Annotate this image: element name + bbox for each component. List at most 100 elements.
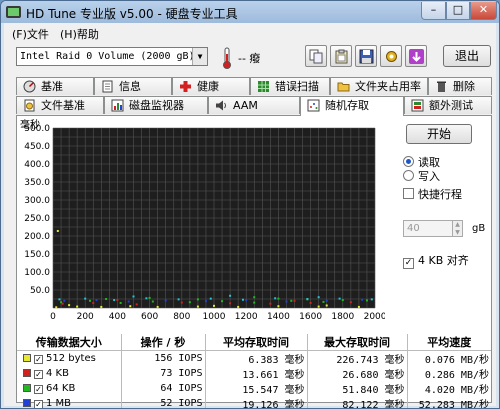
row-avg-speed-cell: 0.286 MB/秒: [424, 370, 489, 381]
x-tick-label: 400: [109, 312, 126, 322]
x-tick-label: 1600: [299, 312, 322, 322]
col-header-avg-speed: 平均速度: [407, 334, 491, 351]
row-size-cell: ✓ 512 bytes: [17, 350, 122, 366]
scatter-point: [60, 301, 63, 304]
benchmark-icon: [23, 80, 36, 93]
window-title: HD Tune 专业版 v5.00 - 硬盘专业工具: [26, 7, 238, 21]
drive-select[interactable]: Intel Raid 0 Volume (2000 gB) ▼: [16, 47, 208, 66]
scatter-point: [245, 299, 248, 302]
start-button[interactable]: 开始: [406, 124, 472, 144]
quick-stroke-unit: gB: [472, 223, 486, 234]
tab-folder-usage[interactable]: 文件夹占用率: [330, 77, 428, 95]
scatter-point: [277, 297, 280, 300]
table-row: ✓ 1 MB 52 IOPS 19.126 毫秒 82.122 毫秒 52.283 MB/…: [17, 396, 491, 409]
menu-bar: (F)文件 (H)帮助: [4, 23, 496, 41]
options-button[interactable]: [380, 45, 402, 67]
quick-stroke-spinner[interactable]: ▲ ▼: [453, 220, 463, 237]
scatter-point: [92, 301, 95, 304]
random-access-panel: 毫秒 500.0 450.0 400.0 350.0 300.0 250.0 200.0 15…: [16, 115, 492, 408]
scatter-point: [95, 299, 98, 302]
app-window: HD Tune 专业版 v5.00 - 硬盘专业工具 – □ ✕ (F)文件 (…: [0, 0, 500, 409]
copy-info-button[interactable]: [305, 45, 327, 67]
tab-disk-monitor[interactable]: 磁盘监视器: [104, 96, 208, 114]
scatter-point: [196, 298, 199, 301]
row-ops-cell: 64 IOPS: [121, 381, 206, 396]
scatter-point: [177, 298, 180, 301]
series-checkbox[interactable]: ✓: [34, 370, 43, 379]
scatter-point: [349, 301, 352, 304]
tabs-row-top: 基准 信息 健康 错误扫描 文件夹占用率 删除: [16, 77, 492, 95]
quick-stroke-checkbox[interactable]: 快捷行程: [403, 186, 462, 202]
scatter-point: [145, 297, 148, 300]
y-tick-label: 200.0: [24, 232, 50, 242]
drive-select-value: Intel Raid 0 Volume (2000 gB): [20, 51, 195, 62]
tab-info[interactable]: 信息: [94, 77, 172, 95]
scatter-point: [309, 301, 312, 304]
scatter-point: [68, 304, 71, 307]
floppy-disk-icon: [359, 49, 374, 64]
results-table: 传输数据大小 操作 / 秒 平均存取时间 最大存取时间 平均速度 ✓ 512 by…: [17, 334, 491, 409]
menu-help[interactable]: (H)帮助: [60, 26, 99, 42]
scatter-point: [306, 298, 309, 300]
scatter-point: [341, 299, 344, 302]
chevron-down-icon[interactable]: ▼: [192, 48, 207, 65]
tab-label: AAM: [233, 99, 258, 112]
align-4kb-checkbox[interactable]: ✓ 4 KB 对齐: [403, 252, 469, 269]
close-button[interactable]: ✕: [470, 2, 497, 20]
download-button[interactable]: [405, 45, 427, 67]
scatter-point: [116, 299, 119, 302]
x-tick-label: 1400: [267, 312, 290, 322]
tab-error-scan[interactable]: 错误扫描: [250, 77, 330, 95]
table-row: ✓ 4 KB 73 IOPS 13.661 毫秒 26.680 毫秒 0.286 MB/秒: [17, 366, 491, 381]
write-radio[interactable]: 写入: [403, 168, 440, 184]
hdtune-app-icon: [6, 6, 21, 18]
tab-erase[interactable]: 删除: [428, 77, 492, 95]
x-tick-label: 600: [141, 312, 158, 322]
folder-icon: [337, 82, 350, 92]
row-ops-cell: 52 IOPS: [121, 396, 206, 408]
speaker-icon: [216, 100, 226, 111]
scatter-point: [135, 303, 138, 306]
arrow-down-icon: [409, 49, 424, 64]
scatter-point: [209, 297, 212, 300]
tab-label: 额外测试: [429, 99, 473, 112]
row-avg-speed-cell: 52.283 MB/秒: [418, 400, 489, 409]
y-tick-label: 400.0: [24, 160, 50, 170]
scatter-point: [229, 302, 232, 305]
tab-health[interactable]: 健康: [172, 77, 250, 95]
series-checkbox[interactable]: ✓: [34, 400, 43, 408]
y-tick-label: 350.0: [24, 178, 50, 188]
tab-extra-tests[interactable]: 额外测试: [404, 96, 492, 114]
tab-file-benchmark[interactable]: 文件基准: [16, 96, 104, 114]
tab-aam[interactable]: AAM: [208, 96, 300, 114]
scatter-point: [188, 301, 191, 304]
x-tick-label: 200: [77, 312, 94, 322]
read-radio-dot: [403, 156, 414, 167]
copy-screenshot-button[interactable]: [330, 45, 352, 67]
row-size-label: 4 KB: [46, 368, 69, 379]
quick-stroke-input[interactable]: 40: [403, 220, 453, 237]
title-bar[interactable]: HD Tune 专业版 v5.00 - 硬盘专业工具 – □ ✕: [1, 1, 499, 23]
save-button[interactable]: [355, 45, 377, 67]
series-checkbox[interactable]: ✓: [34, 385, 43, 394]
scatter-point: [338, 297, 341, 300]
scatter-point: [277, 305, 280, 308]
scatter-point: [274, 297, 277, 300]
exit-button[interactable]: 退出: [443, 45, 491, 67]
scatter-point: [113, 299, 116, 302]
y-tick-label: 100.0: [24, 268, 50, 278]
scatter-point: [290, 299, 293, 302]
access-time-scatter-chart: 500.0 450.0 400.0 350.0 300.0 250.0 200.0 150.0…: [24, 124, 385, 322]
tab-benchmark[interactable]: 基准: [16, 77, 94, 95]
maximize-button[interactable]: □: [446, 2, 470, 20]
tab-random-access[interactable]: 随机存取: [300, 96, 404, 116]
y-tick-label: 450.0: [24, 142, 50, 152]
scatter-point: [180, 301, 183, 304]
minimize-button[interactable]: –: [421, 2, 446, 20]
table-row: ✓ 64 KB 64 IOPS 15.547 毫秒 51.840 毫秒 4.020 MB/…: [17, 381, 491, 396]
series-checkbox[interactable]: ✓: [34, 355, 43, 364]
tab-label: 删除: [453, 80, 475, 93]
row-ops-cell: 156 IOPS: [121, 350, 206, 366]
menu-file[interactable]: (F)文件: [12, 26, 49, 42]
row-avg-time-cell: 19.126 毫秒: [205, 396, 308, 408]
